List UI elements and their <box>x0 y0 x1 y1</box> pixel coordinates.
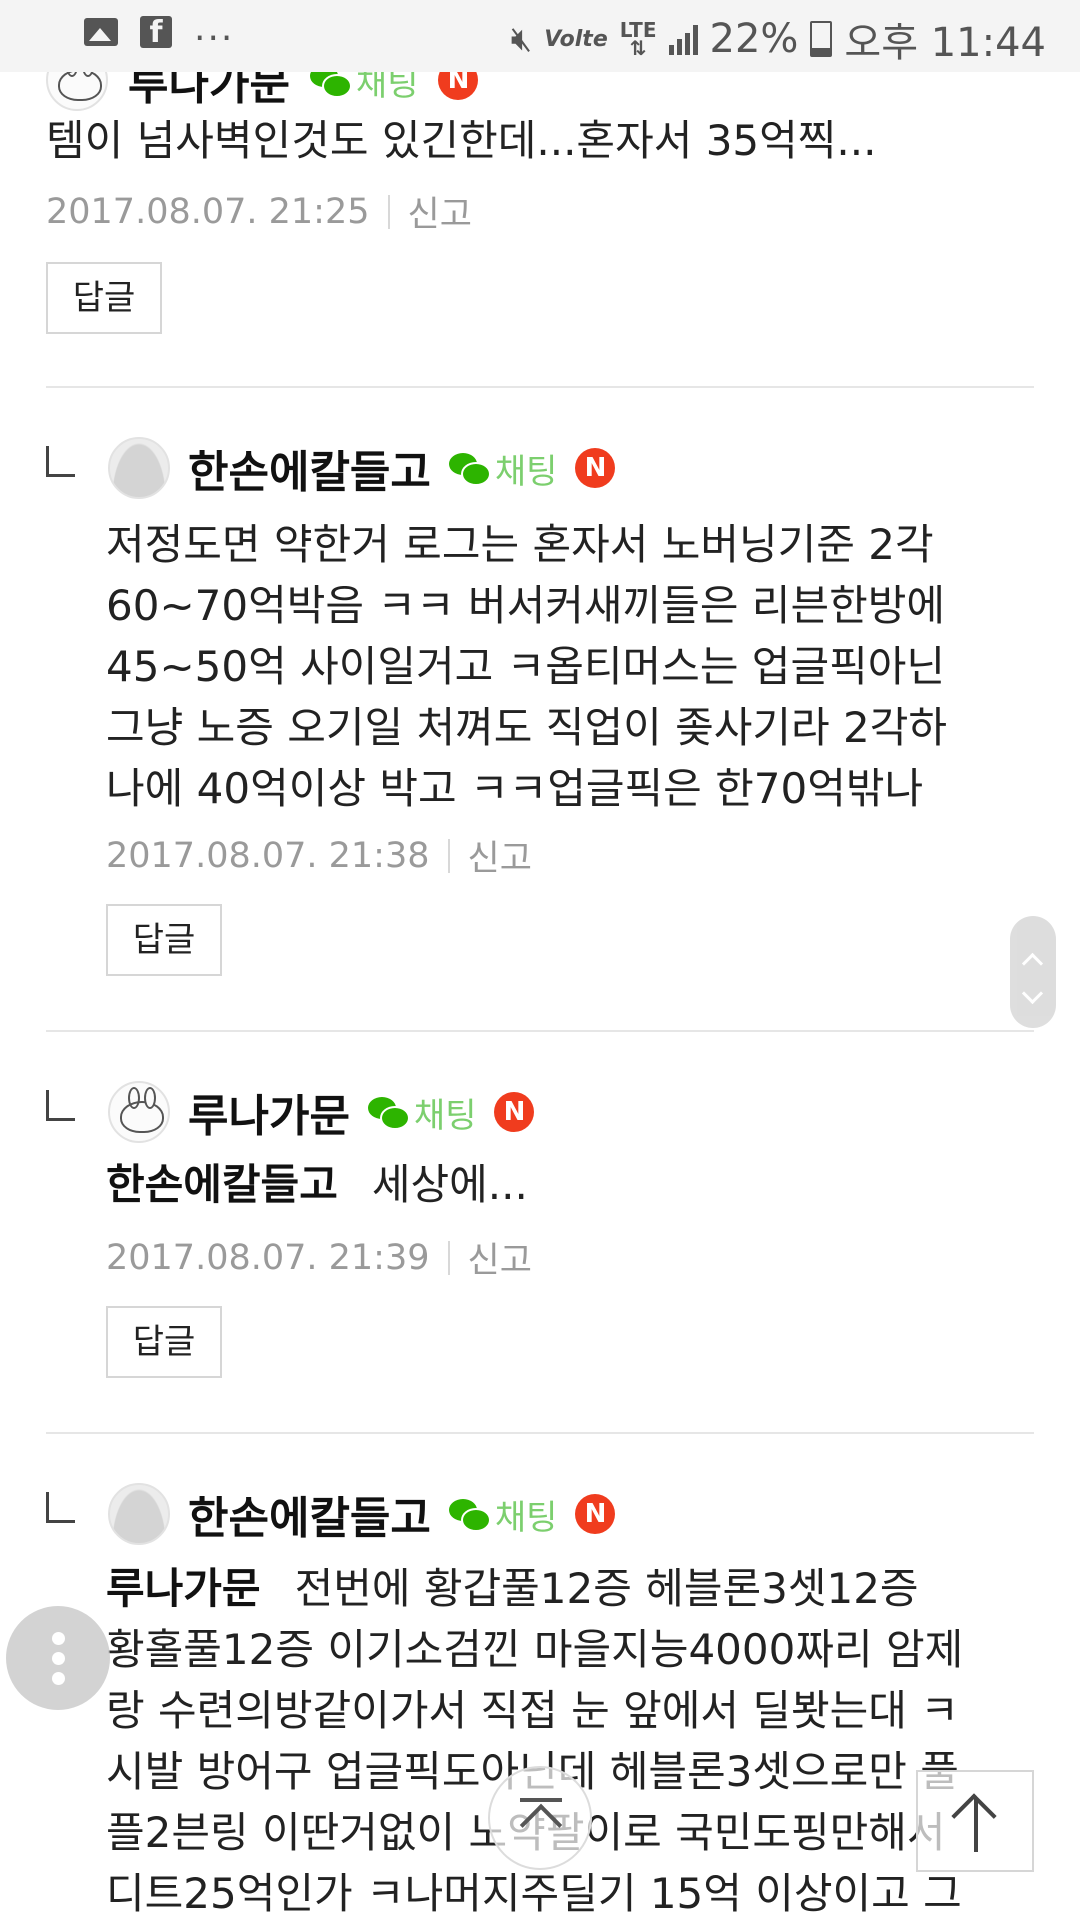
battery-percent: 22% <box>709 16 799 62</box>
comment-body: 세상에... <box>371 1160 528 1209</box>
meta-separator <box>447 838 450 873</box>
meta-separator <box>447 1240 450 1275</box>
new-badge: N <box>575 1494 616 1534</box>
signal-icon <box>668 23 698 55</box>
more-dot <box>52 1672 65 1685</box>
facebook-icon: f <box>140 15 172 49</box>
avatar[interactable] <box>108 437 170 499</box>
chat-label: 채팅 <box>494 451 558 492</box>
mute-icon: 🔇︎ <box>510 19 533 59</box>
go-top-button[interactable] <box>916 1770 1034 1872</box>
scroll-down-icon[interactable] <box>1021 982 1044 1005</box>
comment-date: 2017.08.07. 21:25 <box>46 191 370 232</box>
comment-line: 황홀풀12증 이기소검낀 마을지능4000짜리 암제 <box>106 1625 964 1674</box>
comment-date: 2017.08.07. 21:38 <box>106 835 430 876</box>
reply-indent-icon <box>46 1090 75 1121</box>
chat-link[interactable]: 채팅 <box>448 1490 558 1539</box>
new-badge: N <box>494 1092 535 1132</box>
comment-divider <box>46 1030 1034 1032</box>
mention-user[interactable]: 한손에칼들고 <box>106 1160 338 1209</box>
comment-divider <box>46 1432 1034 1434</box>
scroll-to-top-fab[interactable] <box>488 1766 592 1870</box>
meta-separator <box>387 194 390 229</box>
battery-icon <box>810 21 833 57</box>
comment-meta: 2017.08.07. 21:39 신고 <box>106 1232 532 1283</box>
avatar[interactable] <box>108 1081 170 1143</box>
reply-indent-icon <box>46 446 75 477</box>
reply-button[interactable]: 답글 <box>106 904 222 976</box>
system-icons: 🔇︎ Volte LTE ⇅ 22% 오후 11:44 <box>511 10 1046 68</box>
comment-line: 루나가문 전번에 황갑풀12증 헤블론3셋12증 <box>106 1558 963 1619</box>
status-bar: f ... 🔇︎ Volte LTE ⇅ 22% 오후 11:44 <box>0 0 1080 72</box>
more-notifications-text: ... <box>194 8 235 49</box>
more-dot <box>52 1632 65 1645</box>
lte-indicator: LTE ⇅ <box>619 18 657 60</box>
notification-icons: f ... <box>84 8 234 49</box>
report-link[interactable]: 신고 <box>468 1232 532 1283</box>
mention-user[interactable]: 루나가문 <box>106 1564 261 1613</box>
scroll-up-icon[interactable] <box>1021 952 1044 975</box>
comment-line: 45~50억 사이일거고 ㅋ옵티머스는 업글픽아닌 <box>106 642 946 691</box>
chat-bubble-icon <box>448 453 491 486</box>
comment-line: 그냥 노증 오기일 처껴도 직업이 좆사기라 2각하 <box>106 703 947 752</box>
image-icon <box>84 17 118 46</box>
comment-divider <box>46 386 1034 388</box>
comment-author[interactable]: 한손에칼들고 <box>188 1482 431 1546</box>
comment-author[interactable]: 한손에칼들고 <box>188 436 431 500</box>
reply-button[interactable]: 답글 <box>106 1306 222 1378</box>
chat-label: 채팅 <box>413 1095 477 1136</box>
comment-meta: 2017.08.07. 21:38 신고 <box>106 830 532 881</box>
chat-link[interactable]: 채팅 <box>367 1088 477 1137</box>
comment-text: 템이 넘사벽인것도 있긴한데...혼자서 35억찍... <box>46 116 877 165</box>
new-badge: N <box>575 448 616 488</box>
chat-bubble-icon <box>448 1499 491 1532</box>
comment-line-first: 전번에 황갑풀12증 헤블론3셋12증 <box>294 1564 919 1613</box>
chat-label: 채팅 <box>494 1497 558 1538</box>
scroll-navigator[interactable] <box>1010 916 1056 1028</box>
clock: 오후 11:44 <box>844 20 1046 66</box>
comment-line: 60~70억박음 ㅋㅋ 버서커새끼들은 리븐한방에 <box>106 581 946 630</box>
comment-header: 한손에칼들고 채팅 N <box>108 1482 616 1546</box>
lte-label: LTE <box>619 18 657 42</box>
chat-link[interactable]: 채팅 <box>448 444 558 493</box>
reply-button[interactable]: 답글 <box>46 262 162 334</box>
reply-indent-icon <box>46 1492 75 1523</box>
report-link[interactable]: 신고 <box>408 186 472 237</box>
more-dot <box>52 1652 65 1665</box>
comment-header: 루나가문 채팅 N <box>108 1080 535 1144</box>
comment-line: 랑 수련의방같이가서 직접 눈 앞에서 딜봣는대 ㅋ <box>106 1686 959 1735</box>
more-options-button[interactable] <box>6 1606 110 1710</box>
comment-header: 한손에칼들고 채팅 N <box>108 436 616 500</box>
report-link[interactable]: 신고 <box>468 830 532 881</box>
comment-line: 저정도면 약한거 로그는 혼자서 노버닝기준 2각 <box>106 520 934 569</box>
comment-line: 디트25억인가 ㅋ나머지주딜기 15억 이상이고 그 <box>106 1869 962 1918</box>
comment-meta: 2017.08.07. 21:25 신고 <box>46 186 472 237</box>
comment-text: 한손에칼들고 세상에... <box>106 1154 528 1215</box>
chat-bubble-icon <box>367 1097 410 1130</box>
avatar[interactable] <box>108 1483 170 1545</box>
comment-text: 저정도면 약한거 로그는 혼자서 노버닝기준 2각 60~70억박음 ㅋㅋ 버서… <box>106 514 947 819</box>
comment-date: 2017.08.07. 21:39 <box>106 1237 430 1278</box>
comment-line: 나에 40억이상 박고 ㅋㅋ업글픽은 한70억밖나 <box>106 764 924 813</box>
comment-author[interactable]: 루나가문 <box>188 1080 350 1144</box>
volte-indicator: Volte <box>544 26 608 52</box>
